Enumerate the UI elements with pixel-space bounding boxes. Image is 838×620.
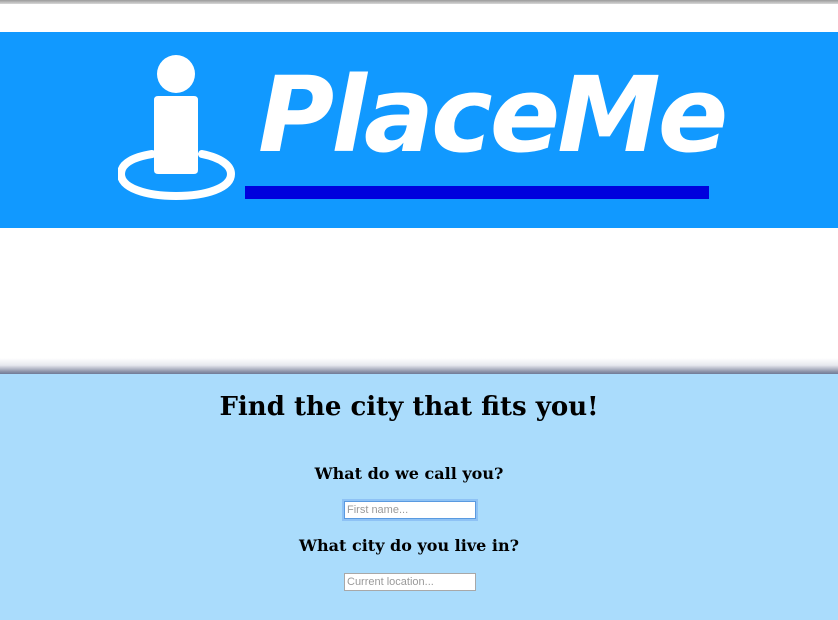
section-divider (0, 358, 838, 374)
logo-link-underline (245, 186, 709, 199)
signup-form-section: Find the city that fits you! What do we … (0, 374, 838, 620)
logo-link[interactable]: PlaceMe (0, 32, 838, 228)
header-banner: PlaceMe (0, 32, 838, 228)
name-question-label: What do we call you? (314, 464, 504, 483)
current-location-input[interactable] (344, 573, 476, 591)
city-question-label: What city do you live in? (299, 536, 519, 555)
logo-wordmark: PlaceMe (258, 54, 728, 176)
window-top-border (0, 0, 838, 4)
person-location-icon (118, 55, 236, 201)
first-name-input[interactable] (344, 501, 476, 519)
page-title: Find the city that fits you! (219, 392, 599, 422)
